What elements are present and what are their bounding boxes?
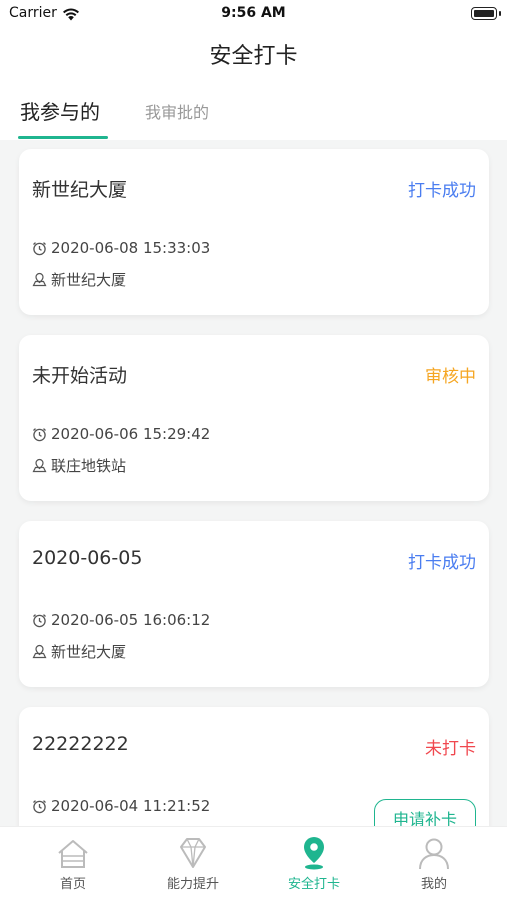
- page-title: 安全打卡: [209, 44, 298, 69]
- tabbar-item-profile[interactable]: 我的: [371, 827, 497, 901]
- tabbar-label: 首页: [59, 877, 86, 892]
- record-card[interactable]: 2020-06-05 打卡成功 2020-06-05 16:06:12 新世纪大…: [19, 521, 489, 687]
- location-icon: [32, 458, 47, 473]
- record-location: 新世纪大厦: [51, 271, 127, 289]
- battery-icon: [471, 7, 501, 20]
- tabbar-label: 我的: [420, 877, 447, 892]
- record-location: 联庄地铁站: [51, 457, 127, 475]
- bottom-tab-bar: 首页 能力提升 安全打卡 我的: [0, 826, 507, 901]
- alarm-clock-icon: [33, 799, 46, 813]
- active-tab-indicator: [18, 136, 108, 139]
- record-title: 22222222: [32, 733, 129, 755]
- apply-makeup-checkin-button[interactable]: 申请补卡: [374, 799, 476, 826]
- navigation-bar: 安全打卡: [0, 28, 507, 78]
- home-icon: [58, 840, 88, 868]
- tabbar-item-checkin[interactable]: 安全打卡: [251, 827, 377, 901]
- location-icon: [32, 644, 47, 659]
- record-location-row: 新世纪大厦: [32, 641, 126, 662]
- record-title: 新世纪大厦: [32, 179, 128, 201]
- record-location-row: 新世纪大厦: [32, 269, 126, 290]
- record-time: 2020-06-08 15:33:03: [51, 239, 211, 257]
- record-time: 2020-06-04 11:21:52: [51, 797, 211, 815]
- checkin-record-list[interactable]: 新世纪大厦 打卡成功 2020-06-08 15:33:03 新世纪大厦 未开始…: [0, 140, 507, 826]
- record-time: 2020-06-05 16:06:12: [51, 611, 211, 629]
- record-card[interactable]: 新世纪大厦 打卡成功 2020-06-08 15:33:03 新世纪大厦: [19, 149, 489, 315]
- location-icon: [32, 272, 47, 287]
- record-location-row: 联庄地铁站: [32, 455, 126, 476]
- record-location: 新世纪大厦: [51, 643, 127, 661]
- record-card[interactable]: 未开始活动 审核中 2020-06-06 15:29:42 联庄地铁站: [19, 335, 489, 501]
- alarm-clock-icon: [33, 427, 46, 441]
- tabbar-label: 能力提升: [166, 877, 219, 892]
- tabbar-label: 安全打卡: [287, 877, 340, 892]
- record-status: 未打卡: [425, 739, 476, 759]
- record-title: 2020-06-05: [32, 547, 143, 569]
- tab-approved[interactable]: 我审批的: [145, 99, 209, 123]
- record-time-row: 2020-06-06 15:29:42: [32, 425, 210, 443]
- status-time: 9:56 AM: [221, 5, 286, 21]
- alarm-clock-icon: [33, 241, 46, 255]
- record-time-row: 2020-06-04 11:21:52: [32, 797, 210, 815]
- user-icon: [419, 838, 449, 870]
- record-title: 未开始活动: [32, 365, 128, 387]
- record-card[interactable]: 22222222 未打卡 2020-06-04 11:21:52 申请补卡: [19, 707, 489, 826]
- alarm-clock-icon: [33, 613, 46, 627]
- location-pin-icon: [304, 837, 324, 870]
- tab-participated[interactable]: 我参与的: [20, 96, 100, 125]
- tabbar-item-skills[interactable]: 能力提升: [130, 827, 256, 901]
- status-bar: Carrier 9:56 AM: [0, 0, 507, 28]
- record-status: 审核中: [425, 367, 476, 387]
- record-time-row: 2020-06-08 15:33:03: [32, 239, 210, 257]
- record-time-row: 2020-06-05 16:06:12: [32, 611, 210, 629]
- tabbar-item-home[interactable]: 首页: [10, 827, 136, 901]
- record-status: 打卡成功: [408, 553, 476, 573]
- record-status: 打卡成功: [408, 181, 476, 201]
- segment-tabs: 我参与的 我审批的: [0, 78, 507, 140]
- record-time: 2020-06-06 15:29:42: [51, 425, 211, 443]
- diamond-icon: [180, 838, 206, 868]
